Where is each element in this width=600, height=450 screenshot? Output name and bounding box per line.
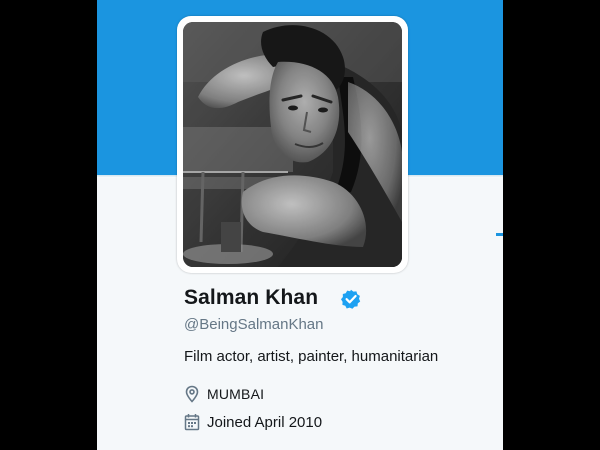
avatar-photo — [183, 22, 402, 267]
profile-screen-name[interactable]: @BeingSalmanKhan — [184, 316, 323, 333]
profile-display-name[interactable]: Salman Khan — [184, 286, 318, 310]
map-pin-icon — [185, 385, 199, 403]
profile-join-date: Joined April 2010 — [184, 412, 322, 432]
joined-text: Joined April 2010 — [207, 413, 323, 431]
profile-viewport: Salman Khan @BeingSalmanKhan Film actor,… — [97, 0, 503, 450]
profile-avatar[interactable] — [177, 16, 408, 273]
verified-badge-icon — [341, 289, 361, 309]
profile-bio: Film actor, artist, painter, humanitaria… — [184, 348, 439, 365]
photo-icon — [183, 22, 402, 267]
profile-location: MUMBAI — [184, 384, 264, 404]
tab-indicator[interactable] — [496, 233, 503, 236]
location-text: MUMBAI — [207, 386, 265, 402]
calendar-icon — [184, 414, 200, 431]
